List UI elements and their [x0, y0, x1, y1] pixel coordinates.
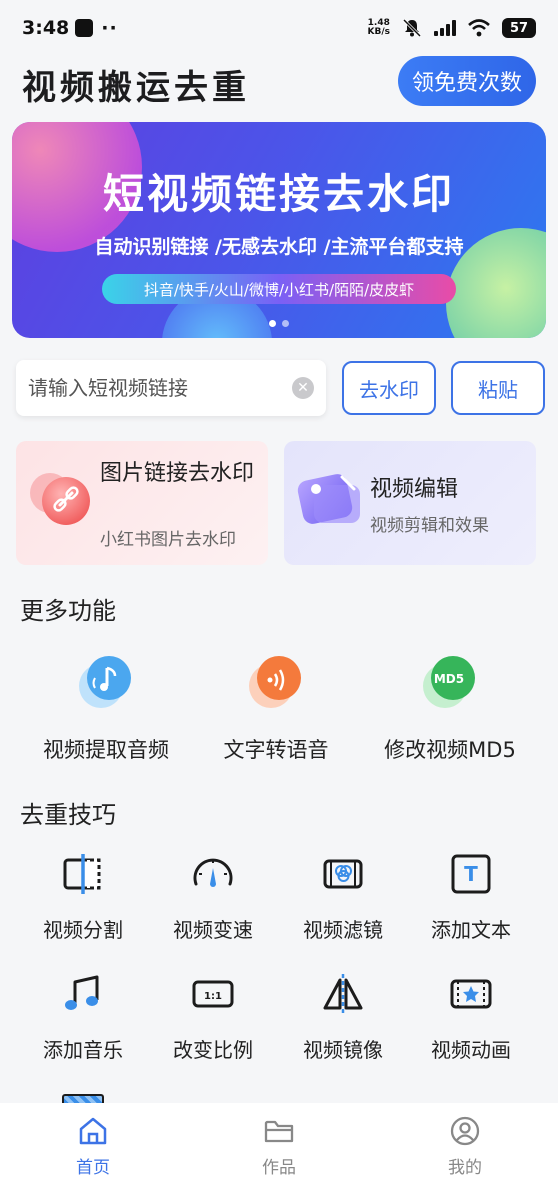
battery-icon: 57 [502, 18, 536, 38]
tip-label: 视频镜像 [303, 1038, 383, 1062]
bottom-nav: 首页 作品 我的 [0, 1103, 558, 1183]
tip-change-ratio[interactable]: 1:1 改变比例 [148, 972, 278, 1063]
card-title: 图片链接去水印 [100, 461, 255, 486]
section-title-tips: 去重技巧 [20, 801, 116, 829]
function-label: 文字转语音 [223, 738, 329, 762]
modify-md5-item[interactable]: MD5 修改视频MD5 [360, 650, 540, 764]
tiktok-notification-icon [75, 19, 94, 37]
ratio-icon-text: 1:1 [204, 991, 222, 1002]
status-more-dots: ·· [101, 17, 118, 39]
carousel-indicator [12, 320, 546, 327]
tip-label: 改变比例 [173, 1038, 253, 1062]
music-extract-icon [79, 656, 131, 708]
filter-icon [323, 859, 363, 889]
md5-icon: MD5 [423, 656, 475, 708]
signal-icon [434, 20, 456, 36]
banner-subtitle: 自动识别链接 /无感去水印 /主流平台都支持 [94, 236, 464, 258]
carousel-dot[interactable] [269, 320, 276, 327]
nav-profile[interactable]: 我的 [372, 1103, 558, 1183]
split-icon [63, 854, 101, 894]
music-note-icon [65, 975, 99, 1010]
card-title: 视频编辑 [370, 477, 459, 502]
ratio-icon: 1:1 [192, 980, 234, 1008]
profile-icon [450, 1116, 480, 1146]
tip-label: 视频滤镜 [303, 918, 383, 942]
card-subtitle: 视频剪辑和效果 [370, 516, 489, 536]
tip-add-music[interactable]: 添加音乐 [18, 972, 148, 1063]
nav-label: 首页 [76, 1158, 110, 1178]
tip-video-speed[interactable]: 视频变速 [148, 852, 278, 943]
page-title: 视频搬运去重 [22, 68, 250, 108]
status-time: 3:48 [22, 17, 70, 39]
status-bar: 3:48 ·· 1.48 KB/s 57 [0, 0, 558, 56]
tip-label: 视频变速 [173, 918, 253, 942]
tip-video-animation[interactable]: 视频动画 [406, 972, 536, 1063]
video-edit-icon [297, 474, 360, 524]
network-speed: 1.48 KB/s [367, 18, 390, 37]
card-subtitle: 小红书图片去水印 [100, 530, 236, 550]
clear-icon[interactable]: ✕ [292, 377, 314, 399]
section-title-more-functions: 更多功能 [20, 597, 116, 625]
function-label: 视频提取音频 [43, 738, 169, 762]
mirror-icon [323, 974, 363, 1014]
tip-video-filter[interactable]: 视频滤镜 [278, 852, 408, 943]
tip-label: 视频动画 [431, 1038, 511, 1062]
banner-title: 短视频链接去水印 [103, 170, 455, 218]
promo-banner[interactable]: 短视频链接去水印 自动识别链接 /无感去水印 /主流平台都支持 抖音/快手/火山… [12, 122, 546, 338]
function-label: 修改视频MD5 [384, 738, 516, 762]
remove-watermark-button[interactable]: 去水印 [342, 361, 436, 415]
nav-works[interactable]: 作品 [186, 1103, 372, 1183]
banner-platforms: 抖音/快手/火山/微博/小红书/陌陌/皮皮虾 [102, 274, 456, 304]
tip-video-split[interactable]: 视频分割 [18, 852, 148, 943]
speed-icon [193, 858, 233, 887]
folder-icon [264, 1120, 294, 1143]
nav-label: 作品 [262, 1158, 296, 1178]
tip-label: 添加音乐 [43, 1038, 123, 1062]
nav-label: 我的 [448, 1158, 482, 1178]
home-icon [79, 1117, 107, 1145]
animation-icon [450, 979, 492, 1009]
link-search-box: ✕ [16, 360, 326, 416]
mute-bell-icon [402, 18, 422, 38]
text-to-speech-item[interactable]: 文字转语音 [186, 650, 366, 764]
md5-icon-text: MD5 [434, 672, 464, 686]
nav-home[interactable]: 首页 [0, 1103, 186, 1183]
carousel-dot[interactable] [282, 320, 289, 327]
video-edit-card[interactable]: 视频编辑 视频剪辑和效果 [284, 441, 536, 565]
text-icon: T [451, 854, 491, 894]
image-link-dewater-card[interactable]: 图片链接去水印 小红书图片去水印 [16, 441, 268, 565]
paste-button[interactable]: 粘贴 [451, 361, 545, 415]
sound-wave-icon [249, 656, 301, 708]
tip-label: 添加文本 [431, 918, 511, 942]
status-indicators: 1.48 KB/s 57 [368, 18, 536, 38]
tip-label: 视频分割 [43, 918, 123, 942]
header: 视频搬运去重 领免费次数 [0, 56, 558, 112]
text-icon-letter: T [464, 862, 478, 886]
link-icon [30, 473, 90, 525]
get-free-times-button[interactable]: 领免费次数 [397, 56, 536, 106]
extract-audio-item[interactable]: 视频提取音频 [16, 650, 196, 764]
link-input[interactable] [28, 376, 292, 400]
app-screen: 3:48 ·· 1.48 KB/s 57 视频搬运去重 领免费次数 短视频链接去… [0, 0, 558, 1183]
wifi-icon [468, 19, 490, 37]
tip-add-text[interactable]: T 添加文本 [406, 852, 536, 943]
tip-video-mirror[interactable]: 视频镜像 [278, 972, 408, 1063]
